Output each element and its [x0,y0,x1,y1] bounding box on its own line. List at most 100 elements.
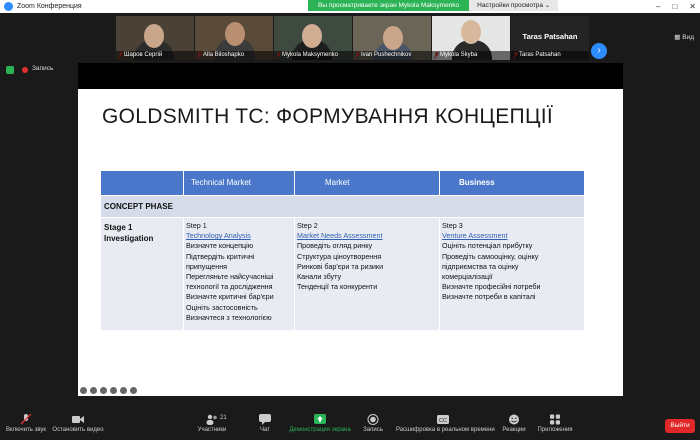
list-item: Тенденції та конкуренти [297,282,378,292]
minimize-icon[interactable]: – [656,0,660,13]
list-item: Проведіть самооцінку, оцінку [442,251,539,261]
participant-tile[interactable]: Taras Patsahan Taras Patsahan [511,16,589,60]
participant-name: Taras Patsahan [511,51,589,60]
recording-dot-icon [22,67,28,73]
step-link[interactable]: Venture Assessment [442,231,541,241]
step-link[interactable]: Market Needs Assessment [297,231,383,241]
column-header: Technical Market [191,178,252,187]
live-transcript-button[interactable]: CC Расшифровка в реальном времени [396,414,495,433]
participant-gallery: Шаров Сергій Alla Biloshapko Mykola Maks… [0,13,700,61]
participants-button[interactable]: Участники [190,414,234,433]
security-shield-icon[interactable] [6,66,14,74]
list-item: Визначте професійні потреби [442,282,541,292]
column-divider [439,218,440,330]
recording-label[interactable]: Запись [32,65,53,72]
list-item: Визначте потреби в капіталі [442,292,536,302]
unmute-label: Включить звук [5,427,46,433]
share-message: Вы просматриваете экран Mykola Maksymenk… [308,0,470,11]
options-icon[interactable] [120,387,127,394]
share-banner: Вы просматриваете экран Mykola Maksymenk… [308,0,559,11]
share-label: Демонстрация экрана [289,427,351,433]
step-label: Step 3 [442,221,463,230]
participant-display-name: Taras Patsahan [522,32,578,41]
participant-tile[interactable]: Mykola Maksymenko [274,16,352,60]
slide-tools [80,387,137,394]
stage-name: Investigation [104,234,154,243]
participant-name: Ivan Pushechnikov [353,51,431,60]
close-icon[interactable]: ✕ [689,0,696,13]
header-divider [439,171,440,195]
view-label: Вид [682,34,694,41]
step-label: Step 2 [297,221,318,230]
column-divider [183,218,184,330]
reactions-button[interactable]: Реакции [500,414,528,433]
view-options-button[interactable]: Настройки просмотра ⌄ [469,0,559,11]
record-label: Запись [363,427,383,433]
participant-name: Mykola Maksymenko [274,51,352,60]
column-divider [294,218,295,330]
stop-video-button[interactable]: Остановить видео [52,414,104,433]
participant-name: Шаров Сергій [116,51,194,60]
leave-meeting-button[interactable]: Выйти [665,419,695,433]
slides-grid-icon[interactable] [100,387,107,394]
chevron-right-icon: › [597,45,601,56]
list-item: Підтвердіть критичні [186,251,255,261]
muted-mic-icon [20,414,32,425]
apps-button[interactable]: Приложения [536,414,574,433]
cc-icon: CC [437,415,449,424]
list-item: комерціалізації [442,272,493,282]
list-item: Визначте критичні бар'єри [186,292,274,302]
record-icon [367,414,379,425]
list-item: Оцініть застосовність [186,302,258,312]
record-button[interactable]: Запись [360,414,386,433]
stage-number: Stage 1 [104,223,133,232]
column-header: Business [459,178,495,187]
stage-row: Stage 1 Investigation Step 1 Technology … [101,218,584,330]
participant-tile[interactable]: Mykola Skyba [432,16,510,60]
list-item: Визначте концепцію [186,241,254,251]
list-item: Структура ціноутворення [297,251,382,261]
share-screen-icon [314,414,326,424]
list-item: Канали збуту [297,272,342,282]
zoom-logo-icon [4,2,13,11]
column-header: Market [325,178,350,187]
view-button[interactable]: ▦ Вид [674,33,694,41]
share-screen-button[interactable]: Демонстрация экрана [288,414,352,433]
list-item: Перегляньте найсучасніші [186,272,274,282]
window-controls: – □ ✕ [656,0,696,13]
participant-tile[interactable]: Шаров Сергій [116,16,194,60]
participants-count: 21 [220,415,227,421]
participants-icon [206,414,217,425]
slide-title: GOLDSMITH TC: ФОРМУВАННЯ КОНЦЕПЦІЇ [102,105,554,128]
participant-tile[interactable]: Ivan Pushechnikov [353,16,431,60]
reactions-label: Реакции [502,427,526,433]
participant-face [383,26,403,50]
list-item: Визначтеся з технологією [186,312,272,322]
participant-face [144,24,164,48]
phase-row: CONCEPT PHASE [101,196,584,217]
header-divider [294,171,295,195]
unmute-button[interactable]: Включить звук [4,414,48,433]
captions-label: Расшифровка в реальном времени [396,427,495,433]
participant-face [225,22,245,46]
next-page-button[interactable]: › [591,43,607,59]
participants-label: Участники [197,427,227,433]
shared-screen-top-margin [78,63,623,89]
chat-label: Чат [260,427,270,433]
step-link[interactable]: Technology Analysis [186,231,274,241]
apps-label: Приложения [537,427,573,433]
next-slide-icon[interactable] [130,387,137,394]
step-label: Step 1 [186,221,207,230]
participant-name: Mykola Skyba [432,51,510,60]
video-label: Остановить видео [52,427,104,433]
chat-button[interactable]: Чат [252,414,278,433]
zoom-icon[interactable] [110,387,117,394]
participant-tile[interactable]: Alla Biloshapko [195,16,273,60]
prev-slide-icon[interactable] [80,387,87,394]
step-column: Step 3 Venture Assessment Оцініть потенц… [442,221,541,303]
step-column: Step 1 Technology Analysis Визначте конц… [186,221,274,323]
maximize-icon[interactable]: □ [672,0,677,13]
pen-icon[interactable] [90,387,97,394]
participant-face [302,24,322,48]
chat-icon [259,414,271,425]
